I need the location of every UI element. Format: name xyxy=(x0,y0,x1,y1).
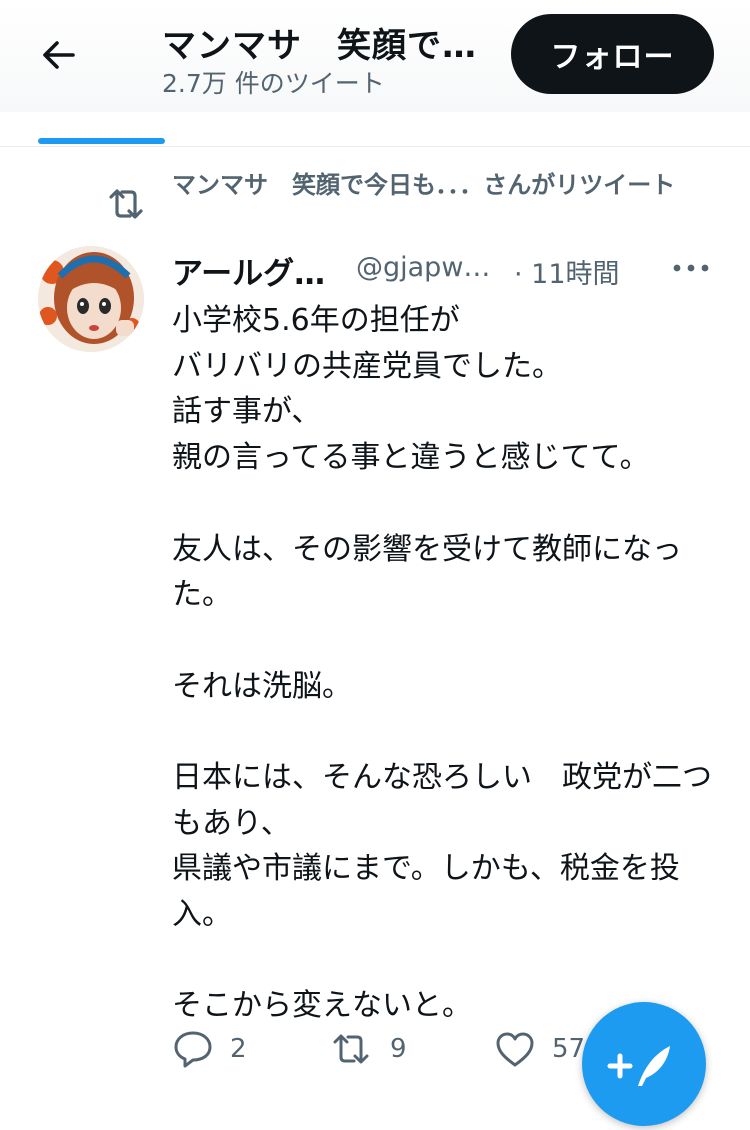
profile-header: マンマサ 笑顔で… 2.7万 件のツイート フォロー xyxy=(0,0,750,112)
follow-button[interactable]: フォロー xyxy=(511,14,714,94)
divider xyxy=(0,146,750,147)
reply-count: 2 xyxy=(230,1034,247,1064)
arrow-left-icon[interactable] xyxy=(38,34,80,76)
retweet-icon xyxy=(109,189,143,219)
active-tab-indicator xyxy=(38,138,165,144)
tweet-paragraph: 小学校5.6年の担任が バリバリの共産党員でした。 話す事が、 親の言ってる事と… xyxy=(172,303,650,476)
tweet-paragraph: 日本には、そんな恐ろしい 政党が二つもあり、 県議や市議にまで。しかも、税金を投… xyxy=(172,759,712,933)
page-title: マンマサ 笑顔で… xyxy=(162,26,477,66)
like-count: 57 xyxy=(552,1034,586,1064)
avatar-illustration xyxy=(38,246,144,352)
comment-icon[interactable] xyxy=(172,1028,214,1070)
retweet-context[interactable]: マンマサ 笑顔で今日も．．．さんがリツイート xyxy=(172,168,712,202)
compose-feather-icon xyxy=(607,1046,670,1086)
author-name[interactable]: アールグ… xyxy=(172,248,325,293)
more-horizontal-icon[interactable] xyxy=(668,248,714,288)
retweet-count: 9 xyxy=(390,1034,407,1064)
tweet-count: 2.7万 件のツイート xyxy=(162,69,385,98)
compose-button[interactable] xyxy=(582,1002,706,1126)
avatar[interactable] xyxy=(38,246,144,352)
tweet-text: 小学校5.6年の担任が バリバリの共産党員でした。 話す事が、 親の言ってる事と… xyxy=(172,298,720,1029)
tweet-paragraph: それは洗脳。 xyxy=(172,668,352,704)
author-handle[interactable]: @gjapw… xyxy=(356,252,490,283)
heart-icon[interactable] xyxy=(494,1028,536,1070)
retweet-icon[interactable] xyxy=(330,1028,372,1070)
tweet-time[interactable]: · 11時間 xyxy=(514,252,620,291)
tweet-paragraph: 友人は、その影響を受けて教師になった。 xyxy=(172,531,682,613)
